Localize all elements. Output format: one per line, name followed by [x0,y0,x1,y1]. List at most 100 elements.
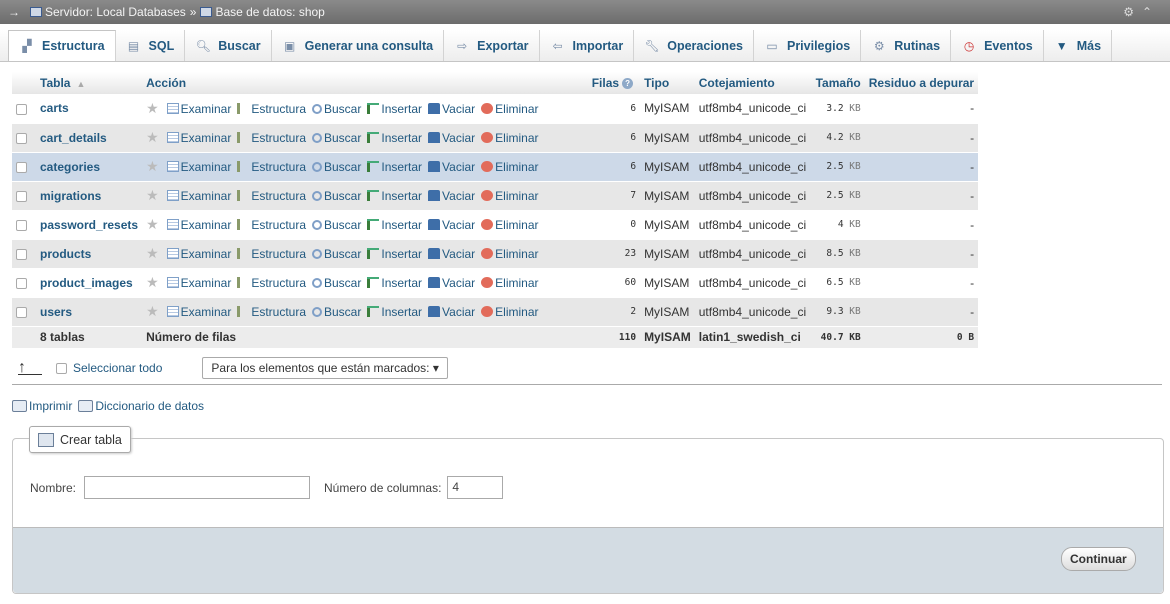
tab-operaciones[interactable]: 🔧︎ Operaciones [634,30,754,61]
insert-action[interactable]: Insertar [367,247,422,261]
empty-action[interactable]: Vaciar [428,102,475,116]
star-icon[interactable]: ★ [146,274,159,290]
row-checkbox[interactable] [16,161,27,173]
tab-estructura[interactable]: ▞ Estructura [8,30,116,61]
structure-action[interactable]: Estructura [237,305,306,319]
structure-action[interactable]: Estructura [237,102,306,116]
empty-action[interactable]: Vaciar [428,218,475,232]
empty-action[interactable]: Vaciar [428,305,475,319]
empty-action[interactable]: Vaciar [428,131,475,145]
insert-action[interactable]: Insertar [367,218,422,232]
table-name-input[interactable] [84,476,311,499]
col-header-cotejamiento[interactable]: Cotejamiento [694,72,811,94]
search-action[interactable]: Buscar [312,276,361,290]
drop-action[interactable]: Eliminar [481,131,539,145]
col-header-residuo[interactable]: Residuo a depurar [864,72,979,94]
col-header-filas[interactable]: Filas? [586,72,641,94]
table-name-link[interactable]: cart_details [40,131,107,145]
col-header-checkbox-tabla[interactable]: Tabla ▲ [12,72,143,94]
with-selected-dropdown[interactable]: Para los elementos que están marcados: ▾ [202,357,448,379]
tab-generar-consulta[interactable]: ▣ Generar una consulta [272,30,445,61]
insert-action[interactable]: Insertar [367,131,422,145]
browse-action[interactable]: Examinar [166,247,231,261]
columns-count-input[interactable]: 4 [447,476,504,499]
structure-action[interactable]: Estructura [237,189,306,203]
col-header-tipo[interactable]: Tipo [640,72,695,94]
browse-action[interactable]: Examinar [166,218,231,232]
insert-action[interactable]: Insertar [367,189,422,203]
empty-action[interactable]: Vaciar [428,189,475,203]
col-header-tabla[interactable]: Tabla [40,76,70,90]
select-all-label[interactable]: Seleccionar todo [73,361,162,375]
tab-importar[interactable]: ⇦ Importar [540,30,635,61]
star-icon[interactable]: ★ [146,245,159,261]
structure-action[interactable]: Estructura [237,276,306,290]
insert-action[interactable]: Insertar [367,305,422,319]
star-icon[interactable]: ★ [146,158,159,174]
table-name-link[interactable]: product_images [40,276,133,290]
row-checkbox[interactable] [16,103,27,115]
search-action[interactable]: Buscar [312,189,361,203]
star-icon[interactable]: ★ [146,216,159,232]
breadcrumb-database[interactable]: Base de datos: shop [215,0,324,24]
browse-action[interactable]: Examinar [166,131,231,145]
star-icon[interactable]: ★ [146,129,159,145]
browse-action[interactable]: Examinar [166,189,231,203]
tab-privilegios[interactable]: ▭ Privilegios [754,30,862,61]
row-checkbox[interactable] [16,190,27,202]
empty-action[interactable]: Vaciar [428,247,475,261]
structure-action[interactable]: Estructura [237,247,306,261]
structure-action[interactable]: Estructura [237,218,306,232]
insert-action[interactable]: Insertar [367,276,422,290]
table-name-link[interactable]: users [40,305,72,319]
settings-icon[interactable]: ⚙⌃ [1123,0,1160,24]
tab-eventos[interactable]: ◷ Eventos [951,30,1044,61]
tab-sql[interactable]: ▤ SQL [116,30,186,61]
empty-action[interactable]: Vaciar [428,276,475,290]
search-action[interactable]: Buscar [312,247,361,261]
drop-action[interactable]: Eliminar [481,189,539,203]
search-action[interactable]: Buscar [312,160,361,174]
tab-rutinas[interactable]: ⚙ Rutinas [861,30,952,61]
table-name-link[interactable]: carts [40,101,69,115]
tab-buscar[interactable]: 🔍︎ Buscar [185,30,272,61]
col-header-tamano[interactable]: Tamaño [810,72,865,94]
insert-action[interactable]: Insertar [367,102,422,116]
tab-mas[interactable]: ▼ Más [1044,30,1113,61]
structure-action[interactable]: Estructura [237,131,306,145]
row-checkbox[interactable] [16,248,27,260]
select-all-checkbox[interactable] [56,362,67,374]
row-checkbox[interactable] [16,277,27,289]
star-icon[interactable]: ★ [146,303,159,319]
drop-action[interactable]: Eliminar [481,160,539,174]
browse-action[interactable]: Examinar [166,276,231,290]
search-action[interactable]: Buscar [312,102,361,116]
table-name-link[interactable]: categories [40,160,100,174]
row-checkbox[interactable] [16,132,27,144]
table-name-link[interactable]: password_resets [40,218,138,232]
drop-action[interactable]: Eliminar [481,218,539,232]
tab-exportar[interactable]: ⇨ Exportar [444,30,540,61]
breadcrumb-server[interactable]: Servidor: Local Databases [45,0,186,24]
drop-action[interactable]: Eliminar [481,247,539,261]
browse-action[interactable]: Examinar [166,305,231,319]
data-dictionary-link[interactable]: Diccionario de datos [95,399,204,413]
drop-action[interactable]: Eliminar [481,102,539,116]
star-icon[interactable]: ★ [146,187,159,203]
row-checkbox[interactable] [16,219,27,231]
empty-action[interactable]: Vaciar [428,160,475,174]
table-name-link[interactable]: products [40,247,91,261]
drop-action[interactable]: Eliminar [481,276,539,290]
drop-action[interactable]: Eliminar [481,305,539,319]
help-icon[interactable]: ? [622,78,634,90]
search-action[interactable]: Buscar [312,218,361,232]
table-name-link[interactable]: migrations [40,189,101,203]
continue-button[interactable]: Continuar [1061,547,1136,571]
insert-action[interactable]: Insertar [367,160,422,174]
search-action[interactable]: Buscar [312,131,361,145]
browse-action[interactable]: Examinar [166,160,231,174]
row-checkbox[interactable] [16,306,27,318]
star-icon[interactable]: ★ [146,100,159,116]
collapse-arrow-icon[interactable]: → [8,0,20,24]
browse-action[interactable]: Examinar [166,102,231,116]
